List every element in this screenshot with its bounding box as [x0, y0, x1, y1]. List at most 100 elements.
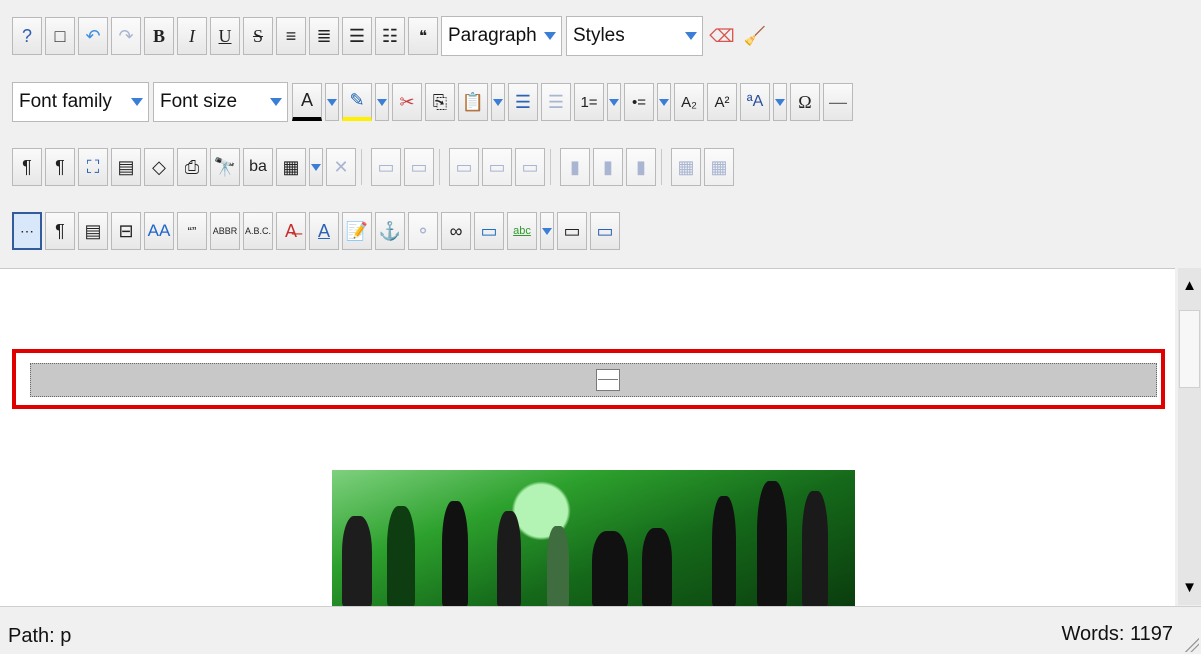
- align-justify-icon[interactable]: ≡: [276, 17, 306, 55]
- chevron-down-icon: [685, 32, 697, 40]
- scroll-up-icon[interactable]: ▲: [1178, 273, 1201, 297]
- scroll-thumb[interactable]: [1179, 310, 1200, 388]
- font-family-select[interactable]: Font family: [12, 82, 149, 122]
- align-left-icon[interactable]: ☰: [342, 17, 372, 55]
- page-break-element[interactable]: [30, 363, 1157, 397]
- page-break-icon[interactable]: ▭: [557, 212, 587, 250]
- chevron-down-icon: [270, 98, 282, 106]
- toolbar-separator: [439, 149, 444, 185]
- align-right-icon[interactable]: ☷: [375, 17, 405, 55]
- superscript-icon[interactable]: A²: [707, 83, 737, 121]
- template-icon[interactable]: ◇: [144, 148, 174, 186]
- toolbar-row-4: ⋯ ¶ ▤ ⊟ AA “” ABBR A.B.C. A̶ A 📝 ⚓ ⚬ ∞ ▭…: [12, 208, 623, 254]
- highlight-icon[interactable]: ✎: [342, 83, 372, 121]
- eraser-icon[interactable]: ⌫: [707, 17, 737, 55]
- bullet-list-dropdown[interactable]: [657, 83, 671, 121]
- paste-icon[interactable]: 📋: [458, 83, 488, 121]
- cite-icon[interactable]: “”: [177, 212, 207, 250]
- delete-table-icon[interactable]: ✕: [326, 148, 356, 186]
- insert-row-before-icon[interactable]: ▭: [449, 148, 479, 186]
- format-select-label: Paragraph: [448, 25, 537, 46]
- table-dropdown[interactable]: [309, 148, 323, 186]
- horizontal-rule-icon[interactable]: —: [823, 83, 853, 121]
- read-more-icon[interactable]: ▭: [590, 212, 620, 250]
- split-cells-icon[interactable]: ▦: [671, 148, 701, 186]
- rtl-direction-icon[interactable]: ¶: [45, 148, 75, 186]
- print-icon[interactable]: ⎙: [177, 148, 207, 186]
- underline-button[interactable]: U: [210, 17, 240, 55]
- abbreviation-icon[interactable]: ABBR: [210, 212, 240, 250]
- strikethrough-button[interactable]: S: [243, 17, 273, 55]
- bold-button[interactable]: B: [144, 17, 174, 55]
- insert-column-after-icon[interactable]: ▮: [593, 148, 623, 186]
- find-replace-icon[interactable]: ba: [243, 148, 273, 186]
- insertion-icon[interactable]: A: [309, 212, 339, 250]
- delete-column-icon[interactable]: ▮: [626, 148, 656, 186]
- ltr-direction-icon[interactable]: ¶: [12, 148, 42, 186]
- styles-props-icon[interactable]: AA: [144, 212, 174, 250]
- table-row-props-icon[interactable]: ▭: [371, 148, 401, 186]
- business-people-image[interactable]: [332, 470, 855, 606]
- table-cell-props-icon[interactable]: ▭: [404, 148, 434, 186]
- font-size-label: Font size: [160, 91, 238, 112]
- broom-icon[interactable]: 🧹: [740, 17, 770, 55]
- highlight-dropdown[interactable]: [375, 83, 389, 121]
- special-character-icon[interactable]: Ω: [790, 83, 820, 121]
- styles-select[interactable]: Styles: [566, 16, 703, 56]
- fullscreen-icon[interactable]: ⛶: [78, 148, 108, 186]
- italic-button[interactable]: I: [177, 17, 207, 55]
- chevron-down-icon: [131, 98, 143, 106]
- unlink-icon[interactable]: ⚬: [408, 212, 438, 250]
- find-icon[interactable]: 🔭: [210, 148, 240, 186]
- vertical-scrollbar[interactable]: ▲ ▼: [1178, 268, 1201, 605]
- format-select[interactable]: Paragraph: [441, 16, 562, 56]
- scroll-down-icon[interactable]: ▼: [1178, 575, 1201, 599]
- help-icon[interactable]: ?: [12, 17, 42, 55]
- insert-layer-icon[interactable]: ⊟: [111, 212, 141, 250]
- change-case-icon[interactable]: ªA: [740, 83, 770, 121]
- bullet-list-icon[interactable]: •=: [624, 83, 654, 121]
- insert-column-before-icon[interactable]: ▮: [560, 148, 590, 186]
- paste-word-icon[interactable]: ▤: [78, 212, 108, 250]
- change-case-dropdown[interactable]: [773, 83, 787, 121]
- merge-cells-icon[interactable]: ▦: [704, 148, 734, 186]
- numbered-list-dropdown[interactable]: [607, 83, 621, 121]
- silhouette: [712, 496, 736, 606]
- acronym-icon[interactable]: A.B.C.: [243, 212, 273, 250]
- delete-row-icon[interactable]: ▭: [515, 148, 545, 186]
- insert-row-after-icon[interactable]: ▭: [482, 148, 512, 186]
- text-color-dropdown[interactable]: [325, 83, 339, 121]
- silhouette: [757, 481, 787, 606]
- paste-dropdown[interactable]: [491, 83, 505, 121]
- anchor-icon[interactable]: ⚓: [375, 212, 405, 250]
- undo-icon[interactable]: ↶: [78, 17, 108, 55]
- new-document-icon[interactable]: □: [45, 17, 75, 55]
- subscript-icon[interactable]: A₂: [674, 83, 704, 121]
- spellcheck-dropdown[interactable]: [540, 212, 554, 250]
- show-blocks-icon[interactable]: ¶: [45, 212, 75, 250]
- spellcheck-icon[interactable]: abc: [507, 212, 537, 250]
- copy-icon[interactable]: ⎘: [425, 83, 455, 121]
- attributes-icon[interactable]: 📝: [342, 212, 372, 250]
- table-icon[interactable]: ▦: [276, 148, 306, 186]
- status-bar: Path: p Words: 1197: [0, 606, 1201, 654]
- redo-icon[interactable]: ↷: [111, 17, 141, 55]
- outdent-icon[interactable]: ☰: [541, 83, 571, 121]
- blockquote-icon[interactable]: ❝: [408, 17, 438, 55]
- preview-icon[interactable]: ▤: [111, 148, 141, 186]
- numbered-list-icon[interactable]: 1=: [574, 83, 604, 121]
- indent-icon[interactable]: ☰: [508, 83, 538, 121]
- text-color-icon[interactable]: A: [292, 83, 322, 121]
- align-center-icon[interactable]: ≣: [309, 17, 339, 55]
- editor-content-area[interactable]: [0, 268, 1175, 606]
- font-size-select[interactable]: Font size: [153, 82, 288, 122]
- image-icon[interactable]: ▭: [474, 212, 504, 250]
- cut-icon[interactable]: ✂: [392, 83, 422, 121]
- silhouette: [592, 531, 628, 606]
- visual-aid-icon[interactable]: ⋯: [12, 212, 42, 250]
- deletion-icon[interactable]: A̶: [276, 212, 306, 250]
- link-icon[interactable]: ∞: [441, 212, 471, 250]
- resize-grip-icon[interactable]: [1181, 634, 1199, 652]
- toolbar-separator: [550, 149, 555, 185]
- toolbar-row-2: Font family Font size A ✎ ✂ ⎘ 📋 ☰ ☰ 1= •…: [12, 79, 856, 125]
